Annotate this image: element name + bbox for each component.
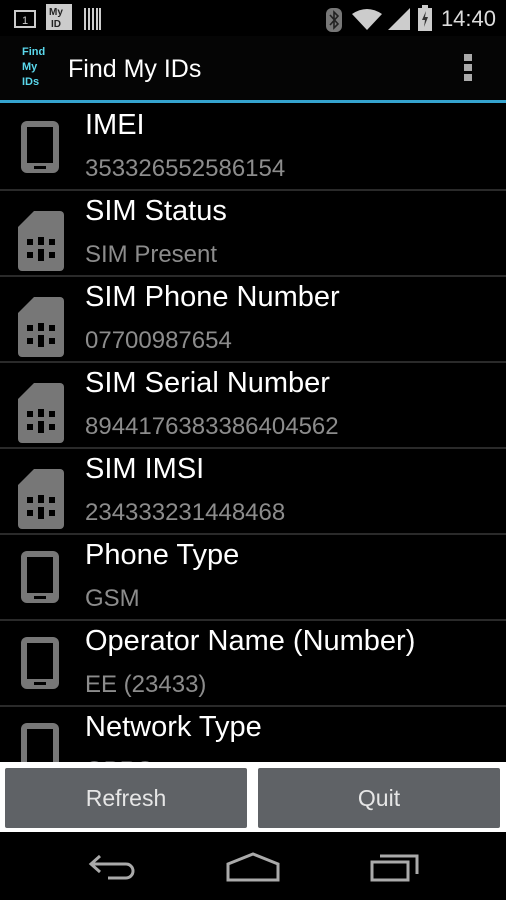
app-title: Find My IDs [68, 55, 202, 83]
status-bar: 1 My ID 14:40 [0, 0, 506, 36]
list-item[interactable]: SIM IMSI 234333231448468 [0, 449, 506, 535]
item-value: 353326552586154 [85, 155, 286, 182]
phone-icon [18, 119, 62, 180]
sim-card-icon [18, 463, 64, 534]
list-item[interactable]: SIM Status SIM Present [0, 191, 506, 277]
list-item[interactable]: SIM Serial Number 8944176383386404562 [0, 363, 506, 449]
svg-text:ID: ID [51, 19, 61, 30]
list-item[interactable]: Operator Name (Number) EE (23433) [0, 621, 506, 707]
item-value: GSM [85, 585, 140, 612]
item-value: 234333231448468 [85, 499, 286, 526]
home-icon[interactable] [226, 852, 280, 882]
sim-card-icon [18, 291, 64, 362]
phone-icon [18, 549, 62, 610]
phone-icon [18, 721, 62, 762]
list-item[interactable]: IMEI 353326552586154 [0, 105, 506, 191]
svg-text:1: 1 [22, 15, 28, 27]
list-item[interactable]: SIM Phone Number 07700987654 [0, 277, 506, 363]
clock: 14:40 [440, 6, 496, 31]
action-bar: Find My IDs Find My IDs [0, 36, 506, 100]
app-logo[interactable]: Find My IDs [22, 45, 45, 90]
item-label: Phone Type [85, 539, 240, 571]
sim-card-icon [18, 377, 64, 448]
button-bar: Refresh Quit [0, 762, 506, 832]
item-value: EE (23433) [85, 671, 207, 698]
sim-slot-1-icon: 1 [14, 10, 36, 28]
wifi-icon [352, 9, 382, 30]
bluetooth-icon [326, 8, 342, 32]
battery-charging-icon [418, 5, 432, 31]
list-item[interactable]: Network TypeGPRS [0, 707, 506, 762]
item-value: SIM Present [85, 241, 218, 268]
item-value: 07700987654 [85, 327, 232, 354]
sim-card-icon [18, 205, 64, 276]
list-item[interactable]: Phone Type GSM [0, 535, 506, 621]
item-label: Operator Name (Number) [85, 625, 416, 657]
navigation-bar [0, 832, 506, 900]
item-label: SIM Serial Number [85, 367, 330, 399]
barcode-icon [84, 8, 101, 30]
my-id-app-icon: MyID [46, 4, 72, 30]
back-icon[interactable] [88, 852, 136, 882]
signal-icon [388, 8, 410, 30]
item-label: Network Type [85, 711, 262, 743]
item-label: SIM Phone Number [85, 281, 340, 313]
overflow-menu-icon[interactable] [464, 54, 472, 84]
action-bar-divider [0, 100, 506, 103]
phone-icon [18, 635, 62, 696]
item-label: IMEI [85, 109, 145, 141]
item-value: 8944176383386404562 [85, 413, 339, 440]
item-label: SIM IMSI [85, 453, 205, 485]
recents-icon[interactable] [370, 852, 420, 882]
refresh-button[interactable]: Refresh [5, 768, 247, 828]
id-list[interactable]: IMEI 353326552586154 SIM Status SIM Present… [0, 105, 506, 762]
svg-text:My: My [49, 7, 63, 18]
quit-button[interactable]: Quit [258, 768, 500, 828]
item-label: SIM Status [85, 195, 227, 227]
